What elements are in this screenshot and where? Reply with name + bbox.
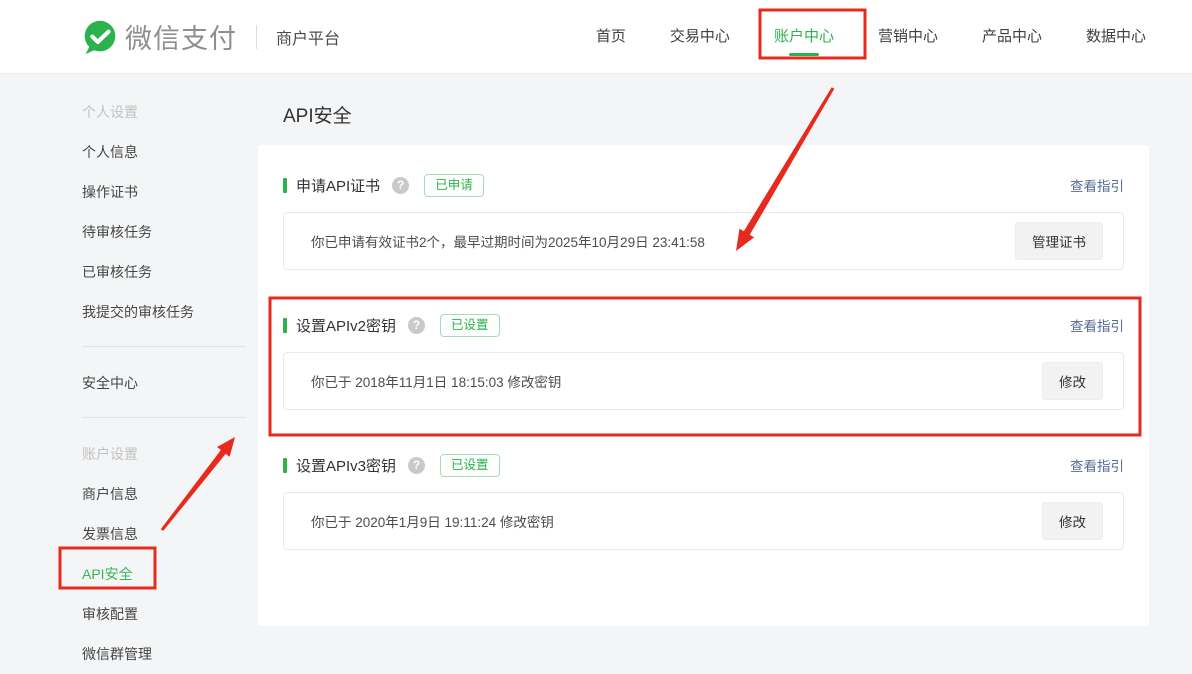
sidebar-header-personal-settings: 个人设置 xyxy=(0,92,246,132)
sidebar-item-wechat-group-management[interactable]: 微信群管理 xyxy=(0,634,246,674)
help-icon[interactable]: ? xyxy=(392,177,409,194)
portal-label: 商户平台 xyxy=(276,25,340,49)
sidebar-item-security-center[interactable]: 安全中心 xyxy=(0,363,246,403)
section-accent-bar xyxy=(283,178,287,193)
apiv2-content-box: 你已于 2018年11月1日 18:15:03 修改密钥 修改 xyxy=(283,352,1124,410)
section-accent-bar xyxy=(283,458,287,473)
brand-divider xyxy=(256,25,257,49)
wechat-pay-logo-icon xyxy=(82,19,118,55)
sidebar-item-invoice-info[interactable]: 发票信息 xyxy=(0,514,246,554)
status-badge: 已设置 xyxy=(440,454,500,477)
view-guide-link[interactable]: 查看指引 xyxy=(1070,315,1124,335)
top-navigation: 首页 交易中心 账户中心 营销中心 产品中心 数据中心 xyxy=(596,0,1146,74)
modify-apiv3-key-button[interactable]: 修改 xyxy=(1042,502,1103,540)
sidebar-item-my-submitted-tasks[interactable]: 我提交的审核任务 xyxy=(0,292,246,332)
nav-transaction-center[interactable]: 交易中心 xyxy=(670,0,730,74)
nav-account-center[interactable]: 账户中心 xyxy=(774,0,834,74)
sidebar-header-account-settings: 账户设置 xyxy=(0,434,246,474)
sidebar-item-merchant-info[interactable]: 商户信息 xyxy=(0,474,246,514)
sidebar-item-personal-info[interactable]: 个人信息 xyxy=(0,132,246,172)
nav-product-center[interactable]: 产品中心 xyxy=(982,0,1042,74)
status-badge: 已设置 xyxy=(440,314,500,337)
modify-apiv2-key-button[interactable]: 修改 xyxy=(1042,362,1103,400)
view-guide-link[interactable]: 查看指引 xyxy=(1070,175,1124,195)
status-badge: 已申请 xyxy=(424,174,484,197)
top-header: 微信支付 商户平台 首页 交易中心 账户中心 营销中心 产品中心 数据中心 xyxy=(0,0,1192,74)
api-security-card: 申请API证书 ? 已申请 查看指引 你已申请有效证书2个，最早过期时间为202… xyxy=(258,145,1149,626)
wechat-pay-logo[interactable]: 微信支付 xyxy=(82,17,237,56)
sidebar-item-reviewed-tasks[interactable]: 已审核任务 xyxy=(0,252,246,292)
section-title: 设置APIv3密钥 xyxy=(296,455,396,476)
help-icon[interactable]: ? xyxy=(408,457,425,474)
sidebar-item-api-security[interactable]: API安全 xyxy=(0,554,246,594)
section-accent-bar xyxy=(283,318,287,333)
sidebar-item-review-config[interactable]: 审核配置 xyxy=(0,594,246,634)
sidebar-divider xyxy=(82,417,246,418)
apiv3-content-box: 你已于 2020年1月9日 19:11:24 修改密钥 修改 xyxy=(283,492,1124,550)
sidebar-divider xyxy=(82,346,246,347)
manage-certificate-button[interactable]: 管理证书 xyxy=(1015,222,1103,260)
nav-marketing-center[interactable]: 营销中心 xyxy=(878,0,938,74)
nav-data-center[interactable]: 数据中心 xyxy=(1086,0,1146,74)
logo-text: 微信支付 xyxy=(125,17,237,56)
section-api-certificate: 申请API证书 ? 已申请 查看指引 你已申请有效证书2个，最早过期时间为202… xyxy=(283,170,1124,270)
page-title: API安全 xyxy=(283,101,352,128)
certificate-status-text: 你已申请有效证书2个，最早过期时间为2025年10月29日 23:41:58 xyxy=(311,231,705,251)
view-guide-link[interactable]: 查看指引 xyxy=(1070,455,1124,475)
apiv2-status-text: 你已于 2018年11月1日 18:15:03 修改密钥 xyxy=(311,371,561,391)
section-apiv2-key: 设置APIv2密钥 ? 已设置 查看指引 你已于 2018年11月1日 18:1… xyxy=(283,310,1124,410)
sidebar: 个人设置 个人信息 操作证书 待审核任务 已审核任务 我提交的审核任务 安全中心… xyxy=(0,74,246,674)
certificate-content-box: 你已申请有效证书2个，最早过期时间为2025年10月29日 23:41:58 管… xyxy=(283,212,1124,270)
sidebar-item-operation-certificate[interactable]: 操作证书 xyxy=(0,172,246,212)
nav-home[interactable]: 首页 xyxy=(596,0,626,74)
help-icon[interactable]: ? xyxy=(408,317,425,334)
section-title: 设置APIv2密钥 xyxy=(296,315,396,336)
apiv3-status-text: 你已于 2020年1月9日 19:11:24 修改密钥 xyxy=(311,511,554,531)
section-apiv3-key: 设置APIv3密钥 ? 已设置 查看指引 你已于 2020年1月9日 19:11… xyxy=(283,450,1124,550)
sidebar-item-pending-review-tasks[interactable]: 待审核任务 xyxy=(0,212,246,252)
section-title: 申请API证书 xyxy=(296,175,380,196)
